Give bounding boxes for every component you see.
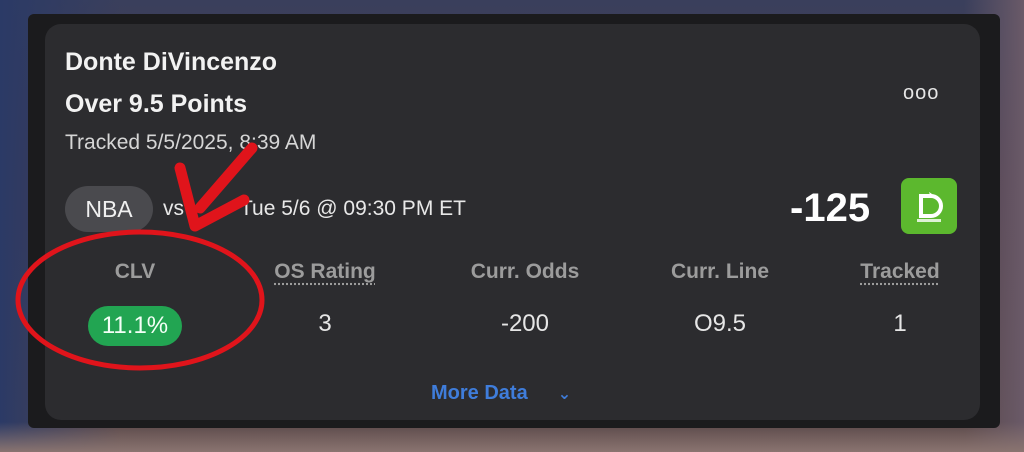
stat-tracked[interactable]: Tracked 1 [810, 260, 990, 338]
stat-label[interactable]: Tracked [810, 260, 990, 284]
stat-label[interactable]: OS Rating [235, 260, 415, 284]
stat-current-odds: Curr. Odds -200 [435, 260, 615, 338]
player-name: Donte DiVincenzo [65, 48, 278, 76]
stat-os-rating[interactable]: OS Rating 3 [235, 260, 415, 338]
vs-label: vs [163, 197, 184, 220]
stat-label: CLV [114, 260, 156, 283]
stat-value: -200 [500, 310, 550, 337]
tracked-timestamp: Tracked 5/5/2025, 8:39 AM [65, 131, 317, 154]
chevron-down-icon: ⌄ [557, 386, 572, 403]
league-badge: NBA [65, 186, 153, 232]
stat-value: 3 [318, 310, 332, 337]
stat-value: 1 [893, 310, 907, 337]
stat-clv: CLV 11.1% [45, 260, 225, 346]
clv-badge: 11.1% [87, 306, 183, 346]
stat-label: Curr. Line [670, 260, 770, 283]
stat-value: O9.5 [693, 310, 747, 337]
bet-odds: -125 [790, 186, 871, 230]
game-time: Tue 5/6 @ 09:30 PM ET [240, 197, 466, 220]
bet-market: Over 9.5 Points [65, 90, 248, 118]
stat-label: Curr. Odds [470, 260, 580, 283]
sportsbook-logo-icon [901, 178, 957, 234]
more-options-icon[interactable]: ooo [903, 82, 939, 105]
matchup: vs Tue 5/6 @ 09:30 PM ET [163, 197, 466, 221]
bet-card[interactable]: Donte DiVincenzo Over 9.5 Points Tracked… [45, 24, 980, 420]
stat-current-line: Curr. Line O9.5 [630, 260, 810, 338]
more-data-button[interactable]: More Data ⌄ [431, 382, 571, 405]
more-data-label: More Data [431, 382, 528, 404]
